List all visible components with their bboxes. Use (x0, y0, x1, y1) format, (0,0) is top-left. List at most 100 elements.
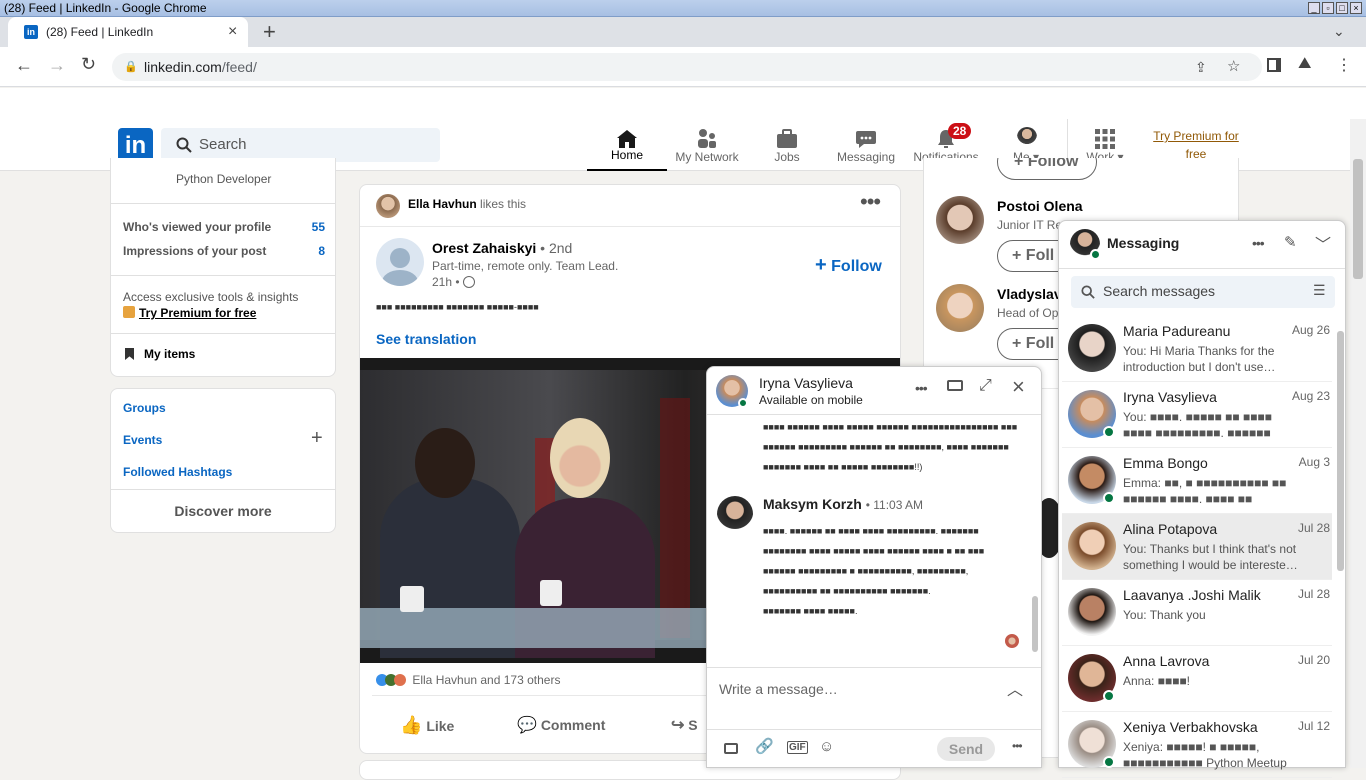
see-translation-link[interactable]: See translation (376, 331, 476, 347)
person-avatar[interactable] (936, 284, 984, 332)
compose-new-icon[interactable]: ✎ (1284, 233, 1297, 251)
messaging-scroll-thumb[interactable] (1337, 331, 1344, 571)
nav-messaging[interactable]: Messaging (826, 119, 906, 171)
conversation-item[interactable]: Emma Bongo Aug 3 Emma: ■■, ■ ■■■■■■■■■■ ■■… (1062, 448, 1332, 514)
compose-placeholder: Write a message… (719, 681, 838, 697)
liker-avatar[interactable] (376, 194, 400, 218)
search-box[interactable]: Search (161, 128, 440, 162)
follow-top-button[interactable]: + Follow (997, 158, 1097, 180)
attachment-icon[interactable]: 🔗 (755, 737, 774, 755)
profile-card: Python Developer Who's viewed your profi… (110, 158, 336, 377)
emoji-icon[interactable]: ☺ (819, 738, 834, 755)
close-chat-icon[interactable]: × (1012, 374, 1025, 400)
gif-icon[interactable]: GIF (787, 741, 808, 754)
divider (111, 489, 335, 490)
address-bar[interactable]: 🔒 linkedin.com/feed/ ⇪ ☆ (112, 53, 1262, 81)
premium-link[interactable]: Try Premium for free (123, 306, 256, 320)
close-tab-icon[interactable]: × (228, 17, 237, 47)
conversation-preview: Emma: ■■, ■ ■■■■■■■■■■ ■■ ■■■■■■ ■■■■. ■… (1123, 476, 1287, 506)
conversation-item[interactable]: Iryna Vasylieva Aug 23 You: ■■■■. ■■■■■ ■■… (1062, 382, 1332, 448)
author-avatar[interactable] (376, 238, 424, 286)
new-tab-icon[interactable]: + (263, 19, 276, 45)
chat-options-icon[interactable]: ••• (915, 380, 928, 396)
nav-home[interactable]: Home (587, 119, 667, 171)
page-scroll-thumb[interactable] (1353, 159, 1363, 279)
impressions-row[interactable]: Impressions of your post 8 (123, 244, 325, 258)
conversation-name: Alina Potapova (1123, 521, 1218, 537)
my-items-label: My items (144, 347, 196, 361)
conversation-item[interactable]: Maria Padureanu Aug 26 You: Hi Maria Thank… (1062, 316, 1332, 382)
share-button[interactable]: ↪ S (671, 715, 698, 735)
chevron-up-icon[interactable]: ︿ (1007, 676, 1023, 700)
author-name[interactable]: Orest Zahaiskyi (432, 240, 536, 256)
person-avatar[interactable] (936, 196, 984, 244)
mug (540, 580, 562, 606)
followed-hashtags-link[interactable]: Followed Hashtags (123, 465, 232, 479)
browser-tab[interactable]: in (28) Feed | LinkedIn × (8, 17, 248, 47)
chat-contact-name[interactable]: Iryna Vasylieva (759, 375, 853, 391)
conversation-avatar (1068, 522, 1116, 570)
collapse-chevron-icon[interactable]: ﹀ (1315, 231, 1331, 255)
expand-icon[interactable]: ⤢ (979, 377, 992, 395)
my-items-link[interactable]: My items (125, 347, 195, 361)
maximize-button[interactable]: □ (1336, 2, 1348, 14)
extension-icon[interactable]: ⛰ (1298, 55, 1311, 73)
conversation-preview: You: Thank you (1123, 608, 1206, 622)
messaging-search[interactable]: Search messages ☰ (1071, 276, 1335, 308)
compose-field[interactable]: Write a message… ︿ (707, 668, 1041, 728)
chat-scrollbar[interactable] (1031, 420, 1039, 660)
conversation-item[interactable]: Alina Potapova Jul 28 You: Thanks but I th… (1062, 514, 1332, 580)
back-icon[interactable]: ← (15, 55, 33, 76)
video-call-icon[interactable] (947, 380, 963, 391)
person-name[interactable]: Vladyslav (997, 286, 1062, 302)
avatar-silhouette-body (382, 270, 418, 286)
comment-button[interactable]: 💬 Comment (517, 715, 605, 735)
conversation-item[interactable]: Laavanya .Joshi Malik Jul 28 You: Thank yo… (1062, 580, 1332, 646)
plus-icon: + (815, 254, 827, 276)
chat-scroll-thumb[interactable] (1032, 596, 1038, 652)
nav-jobs[interactable]: Jobs (747, 119, 827, 171)
compose-options-icon[interactable]: ••• (1012, 739, 1023, 753)
chrome-menu-icon[interactable]: ⋮ (1336, 55, 1352, 75)
message-line: ■■■■■■■■ ■■■■ ■■■■■ ■■■■ ■■■■■■ ■■■■ ■ ■… (763, 546, 985, 556)
like-button[interactable]: 👍 Like (400, 715, 454, 736)
groups-link[interactable]: Groups (123, 401, 166, 415)
share-label: S (688, 717, 698, 733)
forward-icon[interactable]: → (48, 55, 66, 76)
follow-button[interactable]: + Follow (815, 254, 882, 277)
chat-icon (856, 131, 876, 148)
messaging-scrollbar[interactable] (1335, 317, 1345, 767)
close-window-button[interactable]: × (1350, 2, 1362, 14)
reactions-row[interactable]: Ella Havhun and 173 others (376, 673, 560, 687)
send-button[interactable]: Send (937, 737, 995, 761)
discover-more-button[interactable]: Discover more (111, 503, 335, 519)
minimize-button[interactable]: _ (1308, 2, 1320, 14)
bookmark-star-icon[interactable]: ☆ (1227, 53, 1240, 81)
page-scrollbar[interactable] (1350, 119, 1366, 768)
globe-icon (462, 276, 475, 288)
messaging-options-icon[interactable]: ••• (1252, 235, 1265, 251)
profile-viewers-row[interactable]: Who's viewed your profile 55 (123, 220, 325, 234)
conversation-item[interactable]: Anna Lavrova Jul 20 Anna: ■■■■! (1062, 646, 1332, 712)
add-event-icon[interactable]: + (311, 427, 323, 450)
man-head (415, 428, 475, 498)
sender-avatar[interactable] (717, 496, 753, 532)
restore-button[interactable]: ▫ (1322, 2, 1334, 14)
conversation-date: Aug 23 (1291, 389, 1330, 403)
liker-name[interactable]: Ella Havhun (408, 197, 477, 211)
share-icon[interactable]: ⇪ (1195, 53, 1207, 81)
tab-search-icon[interactable]: ⌄ (1333, 23, 1345, 40)
chat-header[interactable]: Iryna Vasylieva Available on mobile ••• … (707, 367, 1041, 415)
post-menu-icon[interactable]: ••• (860, 189, 881, 215)
messaging-header[interactable]: Messaging ••• ✎ ﹀ (1059, 221, 1345, 269)
events-link[interactable]: Events (123, 433, 162, 447)
conversation-item[interactable]: Xeniya Verbakhovska Jul 12 Xeniya: ■■■■■! … (1062, 712, 1332, 778)
sender-name[interactable]: Maksym Korzh (763, 496, 862, 512)
reload-icon[interactable]: ↻ (81, 54, 96, 75)
filter-icon[interactable]: ☰ (1313, 282, 1326, 299)
chat-messages[interactable]: ■■■■ ■■■■■■ ■■■■ ■■■■■ ■■■■■■ ■■■■■■■■■■… (707, 416, 1041, 666)
side-panel-icon[interactable] (1267, 58, 1281, 72)
nav-my-network[interactable]: My Network (667, 119, 747, 171)
image-icon[interactable] (724, 743, 738, 754)
person-name[interactable]: Postoi Olena (997, 198, 1083, 214)
